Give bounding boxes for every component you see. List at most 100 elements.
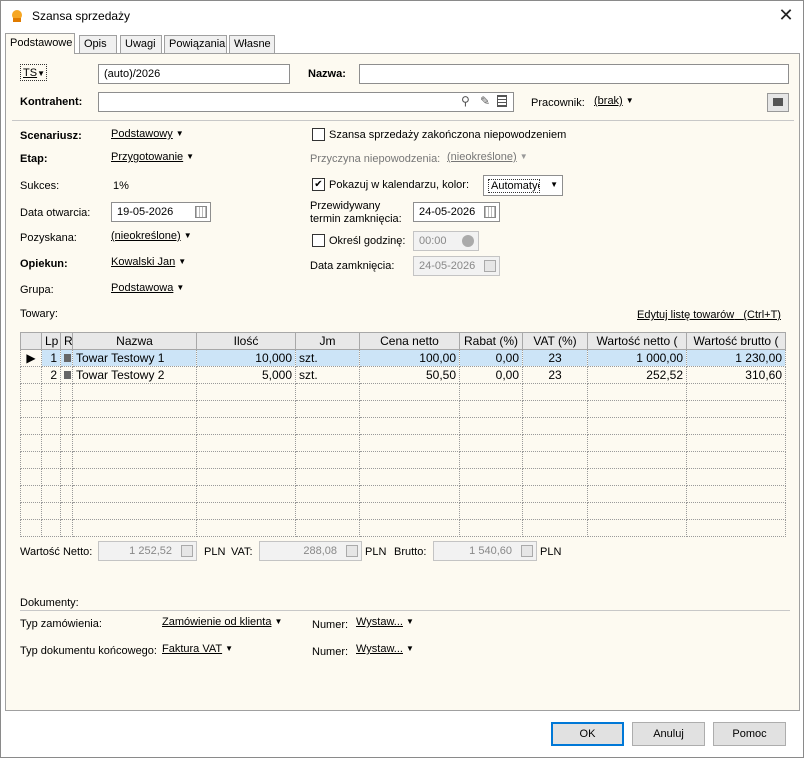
items-table[interactable]: Lp R Nazwa Ilość Jm Cena netto Rabat (%)…	[20, 332, 786, 537]
col-header-rabat[interactable]: Rabat (%)	[459, 332, 523, 350]
przewidywany-label-1: Przewidywany	[310, 200, 381, 212]
numer-zamowienia-dropdown[interactable]: Wystaw... ▼	[356, 616, 414, 628]
cell-rabat: 0,00	[459, 366, 523, 384]
przyczyna-dropdown[interactable]: (nieokreślone) ▼	[447, 151, 528, 163]
chevron-down-icon: ▼	[175, 129, 184, 138]
pencil-icon[interactable]: ✎	[480, 94, 490, 108]
data-otwarcia-value: 19-05-2026	[117, 206, 174, 218]
etap-dropdown[interactable]: Przygotowanie ▼	[111, 151, 194, 163]
calendar-icon[interactable]	[195, 206, 207, 218]
typ-zamowienia-value: Zamówienie od klienta	[162, 616, 272, 628]
row-pointer-icon: ▶	[20, 349, 42, 367]
list-icon[interactable]	[497, 95, 507, 107]
godzine-field[interactable]: 00:00	[413, 231, 479, 251]
przyczyna-value: (nieokreślone)	[447, 151, 517, 163]
edit-items-link[interactable]: Edytuj listę towarów (Ctrl+T)	[637, 309, 781, 321]
row-marker-icon	[64, 371, 71, 379]
pracownik-dropdown[interactable]: (brak) ▼	[594, 95, 634, 107]
table-empty-row[interactable]	[20, 468, 786, 486]
typ-koncowy-label: Typ dokumentu końcowego:	[20, 645, 157, 657]
sukces-label: Sukces:	[20, 180, 60, 192]
comment-icon	[773, 98, 783, 106]
data-zamkniecia-value: 24-05-2026	[419, 260, 476, 272]
ok-button[interactable]: OK	[551, 722, 624, 746]
godzine-checkbox[interactable]	[312, 234, 325, 247]
przewidywany-field[interactable]: 24-05-2026	[413, 202, 500, 222]
chevron-down-icon: ▼	[178, 257, 187, 266]
table-empty-row[interactable]	[20, 417, 786, 435]
zakonczona-checkbox[interactable]	[312, 128, 325, 141]
col-header-brutto[interactable]: Wartość brutto (	[686, 332, 786, 350]
table-empty-row[interactable]	[20, 502, 786, 520]
col-header-r[interactable]: R	[60, 332, 73, 350]
cell-lp: 1	[41, 349, 61, 367]
nazwa-field[interactable]	[359, 64, 789, 84]
tab-uwagi[interactable]: Uwagi	[120, 35, 162, 53]
godzine-label: Określ godzinę:	[329, 235, 406, 247]
table-empty-row[interactable]	[20, 451, 786, 469]
typ-zamowienia-dropdown[interactable]: Zamówienie od klienta ▼	[162, 616, 282, 628]
scenariusz-label: Scenariusz:	[20, 130, 82, 142]
towary-label: Towary:	[20, 308, 58, 320]
opiekun-dropdown[interactable]: Kowalski Jan ▼	[111, 256, 186, 268]
brutto-label: Brutto:	[394, 546, 427, 558]
table-empty-row[interactable]	[20, 400, 786, 418]
col-header-ilosc[interactable]: Ilość	[196, 332, 296, 350]
vat-total-value: 288,08	[303, 545, 337, 557]
title-bar: Szansa sprzedaży ✕	[1, 1, 803, 31]
opiekun-label: Opiekun:	[20, 258, 68, 270]
data-otwarcia-field[interactable]: 19-05-2026	[111, 202, 211, 222]
numer-zamowienia-value: Wystaw...	[356, 616, 403, 628]
data-zamkniecia-field[interactable]: 24-05-2026	[413, 256, 500, 276]
grupa-dropdown[interactable]: Podstawowa ▼	[111, 282, 184, 294]
etap-value: Przygotowanie	[111, 151, 184, 163]
calculator-icon	[521, 545, 533, 557]
kontrahent-field[interactable]	[98, 92, 514, 112]
cancel-button[interactable]: Anuluj	[632, 722, 705, 746]
typ-koncowy-dropdown[interactable]: Faktura VAT ▼	[162, 643, 233, 655]
table-empty-row[interactable]	[20, 383, 786, 401]
tab-wlasne[interactable]: Własne	[229, 35, 275, 53]
pracownik-label: Pracownik:	[531, 97, 585, 109]
kalendarz-checkbox[interactable]: ✔	[312, 178, 325, 191]
chevron-down-icon: ▼	[176, 283, 185, 292]
notes-button[interactable]	[767, 93, 789, 112]
col-header-cena[interactable]: Cena netto	[359, 332, 460, 350]
col-header-lp[interactable]: Lp	[41, 332, 61, 350]
tab-opis[interactable]: Opis	[79, 35, 117, 53]
pozyskana-value: (nieokreślone)	[111, 230, 181, 242]
cell-r	[60, 349, 73, 367]
document-type-dropdown[interactable]: TS▼	[20, 64, 47, 81]
chevron-down-icon: ▼	[186, 152, 195, 161]
chevron-down-icon: ▼	[183, 231, 192, 240]
vat-total-field: 288,08	[259, 541, 362, 561]
table-empty-row[interactable]	[20, 434, 786, 452]
tab-podstawowe[interactable]: Podstawowe	[5, 33, 75, 54]
pozyskana-dropdown[interactable]: (nieokreślone) ▼	[111, 230, 192, 242]
tab-powiazania[interactable]: Powiązania	[164, 35, 227, 53]
cell-lp: 2	[41, 366, 61, 384]
number-field[interactable]: (auto)/2026	[98, 64, 290, 84]
cell-ilosc: 10,000	[196, 349, 296, 367]
col-header-vat[interactable]: VAT (%)	[522, 332, 588, 350]
kolor-select[interactable]: Automatyczny ▼	[483, 175, 563, 196]
help-button[interactable]: Pomoc	[713, 722, 786, 746]
table-row[interactable]: ▶ 1 Towar Testowy 1 10,000 szt. 100,00 0…	[20, 349, 786, 367]
col-header-netto[interactable]: Wartość netto (	[587, 332, 687, 350]
search-icon[interactable]: ⚲	[461, 94, 470, 108]
nazwa-label: Nazwa:	[308, 68, 346, 80]
chevron-down-icon: ▼	[37, 69, 45, 78]
cell-netto: 252,52	[587, 366, 687, 384]
col-header-jm[interactable]: Jm	[295, 332, 360, 350]
table-row[interactable]: 2 Towar Testowy 2 5,000 szt. 50,50 0,00 …	[20, 366, 786, 384]
col-header-nazwa[interactable]: Nazwa	[72, 332, 197, 350]
close-icon[interactable]: ✕	[775, 5, 797, 27]
grupa-value: Podstawowa	[111, 282, 174, 294]
scenariusz-dropdown[interactable]: Podstawowy ▼	[111, 128, 184, 140]
chevron-down-icon: ▼	[225, 644, 234, 653]
typ-zamowienia-label: Typ zamówienia:	[20, 618, 102, 630]
table-empty-row[interactable]	[20, 485, 786, 503]
calendar-icon[interactable]	[484, 206, 496, 218]
numer-koncowy-dropdown[interactable]: Wystaw... ▼	[356, 643, 414, 655]
table-empty-row[interactable]	[20, 519, 786, 537]
